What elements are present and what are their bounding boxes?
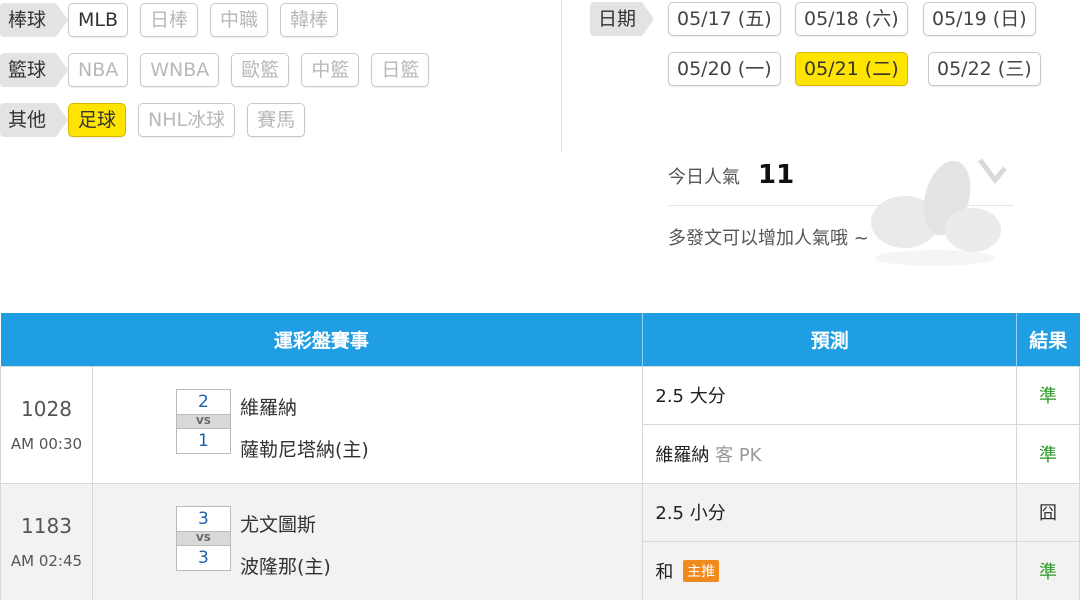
category-label-baseball: 棒球 (0, 3, 68, 37)
prediction-cell: 維羅納 客 PK (642, 424, 1018, 484)
result-cell: 準 (1016, 424, 1080, 484)
header-prediction: 預測 (642, 313, 1018, 366)
basketball-row: 籃球 NBA WNBA 歐籃 中籃 日籃 (0, 50, 430, 90)
date-button[interactable]: 05/18 (六) (795, 2, 908, 36)
popularity-label: 今日人氣 (668, 167, 740, 188)
table-header-row: 運彩盤賽事 預測 結果 (0, 313, 1080, 366)
date-button[interactable]: 05/20 (一) (668, 52, 781, 86)
prediction-text: 和 (655, 561, 674, 583)
filter-nhl[interactable]: NHL冰球 (138, 103, 236, 137)
date-button[interactable]: 05/17 (五) (668, 2, 781, 36)
prediction-extra: 客 PK (715, 444, 762, 466)
baseball-row: 棒球 MLB 日棒 中職 韓棒 (0, 0, 339, 40)
date-label: 日期 (590, 2, 654, 36)
score-box: 2 VS 1 (175, 388, 231, 454)
filter-cpbl[interactable]: 中職 (210, 3, 269, 37)
game-number: 1183 (21, 513, 72, 538)
away-score: 2 (175, 388, 231, 415)
filter-nba[interactable]: NBA (68, 53, 129, 87)
game-id-cell: 1183 AM 02:45 (0, 482, 93, 600)
other-row: 其他 足球 NHL冰球 賽馬 (0, 100, 306, 140)
game-time: AM 02:45 (10, 551, 83, 570)
filter-npb[interactable]: 日棒 (140, 3, 199, 37)
result-cell: 囧 (1016, 482, 1080, 542)
vs-label: VS (175, 531, 231, 545)
home-team[interactable]: 薩勒尼塔納(主) (240, 435, 369, 462)
filter-soccer[interactable]: 足球 (68, 103, 127, 137)
popularity-value: 11 (758, 160, 795, 190)
date-button[interactable]: 05/19 (日) (923, 2, 1036, 36)
result-cell: 準 (1016, 541, 1080, 600)
away-team[interactable]: 維羅納 (240, 393, 297, 420)
filter-mlb[interactable]: MLB (68, 3, 129, 37)
header-event: 運彩盤賽事 (0, 313, 644, 366)
popularity-panel: 今日人氣 11 多發文可以增加人氣哦 ~ (668, 160, 1014, 250)
prediction-text: 2.5 大分 (655, 386, 726, 408)
home-score: 1 (175, 427, 231, 454)
match-cell: 2 VS 1 維羅納 薩勒尼塔納(主) (91, 365, 644, 484)
filter-bleague[interactable]: 日籃 (371, 53, 430, 87)
header-result: 結果 (1016, 313, 1080, 366)
prediction-cell: 2.5 小分 (642, 482, 1018, 542)
vs-label: VS (175, 414, 231, 428)
result-cell: 準 (1016, 365, 1080, 425)
prediction-cell: 和 主推 (642, 541, 1018, 600)
date-button[interactable]: 05/22 (三) (928, 52, 1041, 86)
filter-wnba[interactable]: WNBA (140, 53, 220, 87)
filter-kbo[interactable]: 韓棒 (280, 3, 339, 37)
popularity-hint: 多發文可以增加人氣哦 ~ (668, 228, 869, 249)
category-label-basketball: 籃球 (0, 53, 68, 87)
away-team[interactable]: 尤文圖斯 (240, 510, 316, 537)
prediction-cell: 2.5 大分 (642, 365, 1018, 425)
home-score: 3 (175, 544, 231, 571)
filter-horse-racing[interactable]: 賽馬 (247, 103, 306, 137)
prediction-text: 維羅納 (655, 444, 710, 466)
game-number: 1028 (21, 396, 72, 421)
vertical-divider (561, 0, 562, 152)
table-row: 1183 AM 02:45 3 VS 3 尤文圖斯 波隆那(主) 2.5 小分 … (0, 482, 1080, 600)
prediction-text: 2.5 小分 (655, 503, 726, 525)
score-box: 3 VS 3 (175, 505, 231, 571)
filter-euroleague[interactable]: 歐籃 (231, 53, 290, 87)
filter-cba[interactable]: 中籃 (301, 53, 360, 87)
results-table: 運彩盤賽事 預測 結果 1028 AM 00:30 2 VS 1 維羅納 薩勒尼… (0, 313, 1080, 600)
game-time: AM 00:30 (10, 434, 83, 453)
date-button-selected[interactable]: 05/21 (二) (795, 52, 908, 86)
game-id-cell: 1028 AM 00:30 (0, 365, 93, 484)
match-cell: 3 VS 3 尤文圖斯 波隆那(主) (91, 482, 644, 600)
table-row: 1028 AM 00:30 2 VS 1 維羅納 薩勒尼塔納(主) 2.5 大分… (0, 365, 1080, 484)
home-team[interactable]: 波隆那(主) (240, 552, 331, 579)
away-score: 3 (175, 505, 231, 532)
category-label-other: 其他 (0, 103, 68, 137)
featured-pick-badge: 主推 (683, 559, 720, 582)
